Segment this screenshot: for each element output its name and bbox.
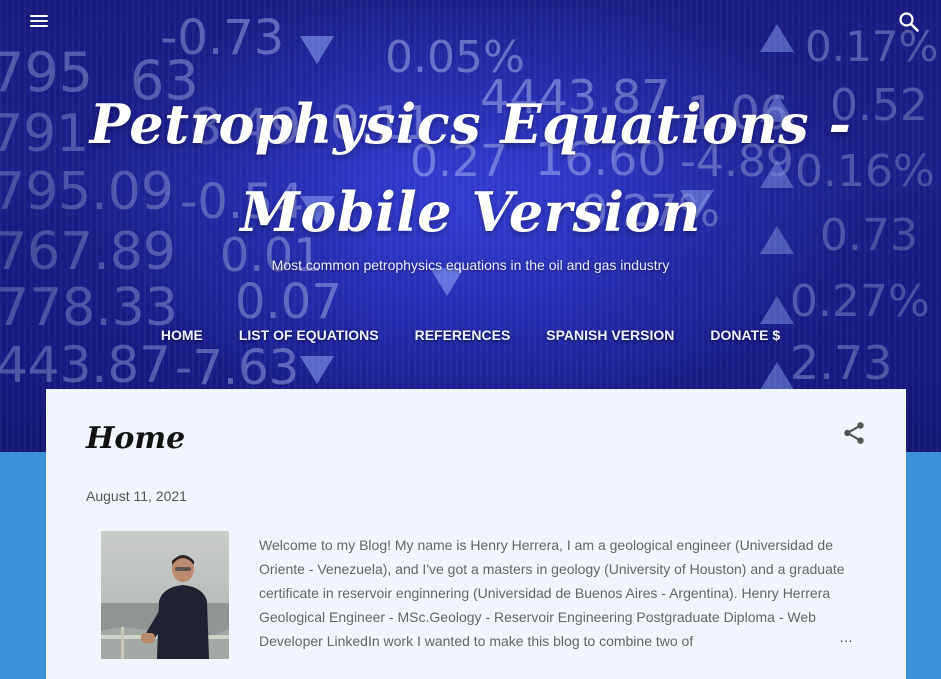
hamburger-menu-icon-bar — [30, 25, 48, 27]
post-date: August 11, 2021 — [86, 488, 187, 504]
hamburger-menu-icon — [30, 15, 48, 17]
ticker-number: 0.27% — [790, 276, 930, 327]
ticker-number: 2.73 — [790, 336, 893, 390]
ticker-number: 0.07 — [235, 274, 342, 330]
read-more-ellipsis[interactable]: … — [839, 629, 853, 645]
blog-description: Most common petrophysics equations in th… — [271, 257, 670, 273]
search-button[interactable] — [897, 10, 921, 34]
post-snippet: Welcome to my Blog! My name is Henry Her… — [259, 537, 845, 649]
ticker-number: 0.05% — [385, 32, 525, 83]
hamburger-menu-button[interactable] — [30, 10, 56, 32]
search-icon — [899, 12, 919, 32]
hamburger-menu-icon-bar — [30, 20, 48, 22]
author-photo — [101, 531, 229, 659]
nav-item-donate[interactable]: DONATE $ — [710, 327, 780, 343]
up-arrow-icon — [760, 24, 794, 52]
nav-item-list-of-equations[interactable]: LIST OF EQUATIONS — [239, 327, 379, 343]
share-icon — [844, 422, 864, 444]
blog-title[interactable]: Petrophysics Equations - Mobile Version — [60, 80, 881, 256]
down-arrow-icon — [300, 356, 334, 384]
ticker-number: -7.63 — [175, 340, 300, 396]
down-arrow-icon — [300, 36, 334, 64]
up-arrow-icon — [760, 296, 794, 324]
post-thumbnail[interactable] — [101, 531, 229, 659]
main-nav: HOME LIST OF EQUATIONS REFERENCES SPANIS… — [0, 327, 941, 343]
ticker-number: 443.87 — [0, 336, 171, 394]
post-title[interactable]: Home — [86, 421, 185, 456]
nav-item-spanish-version[interactable]: SPANISH VERSION — [546, 327, 674, 343]
up-arrow-icon — [760, 362, 794, 390]
nav-item-home[interactable]: HOME — [161, 327, 203, 343]
ticker-number: -0.73 — [160, 10, 285, 66]
share-button[interactable] — [841, 420, 867, 446]
nav-item-references[interactable]: REFERENCES — [415, 327, 511, 343]
post-card: Home August 11, 2021 Welcome to my Blog!… — [46, 389, 906, 679]
